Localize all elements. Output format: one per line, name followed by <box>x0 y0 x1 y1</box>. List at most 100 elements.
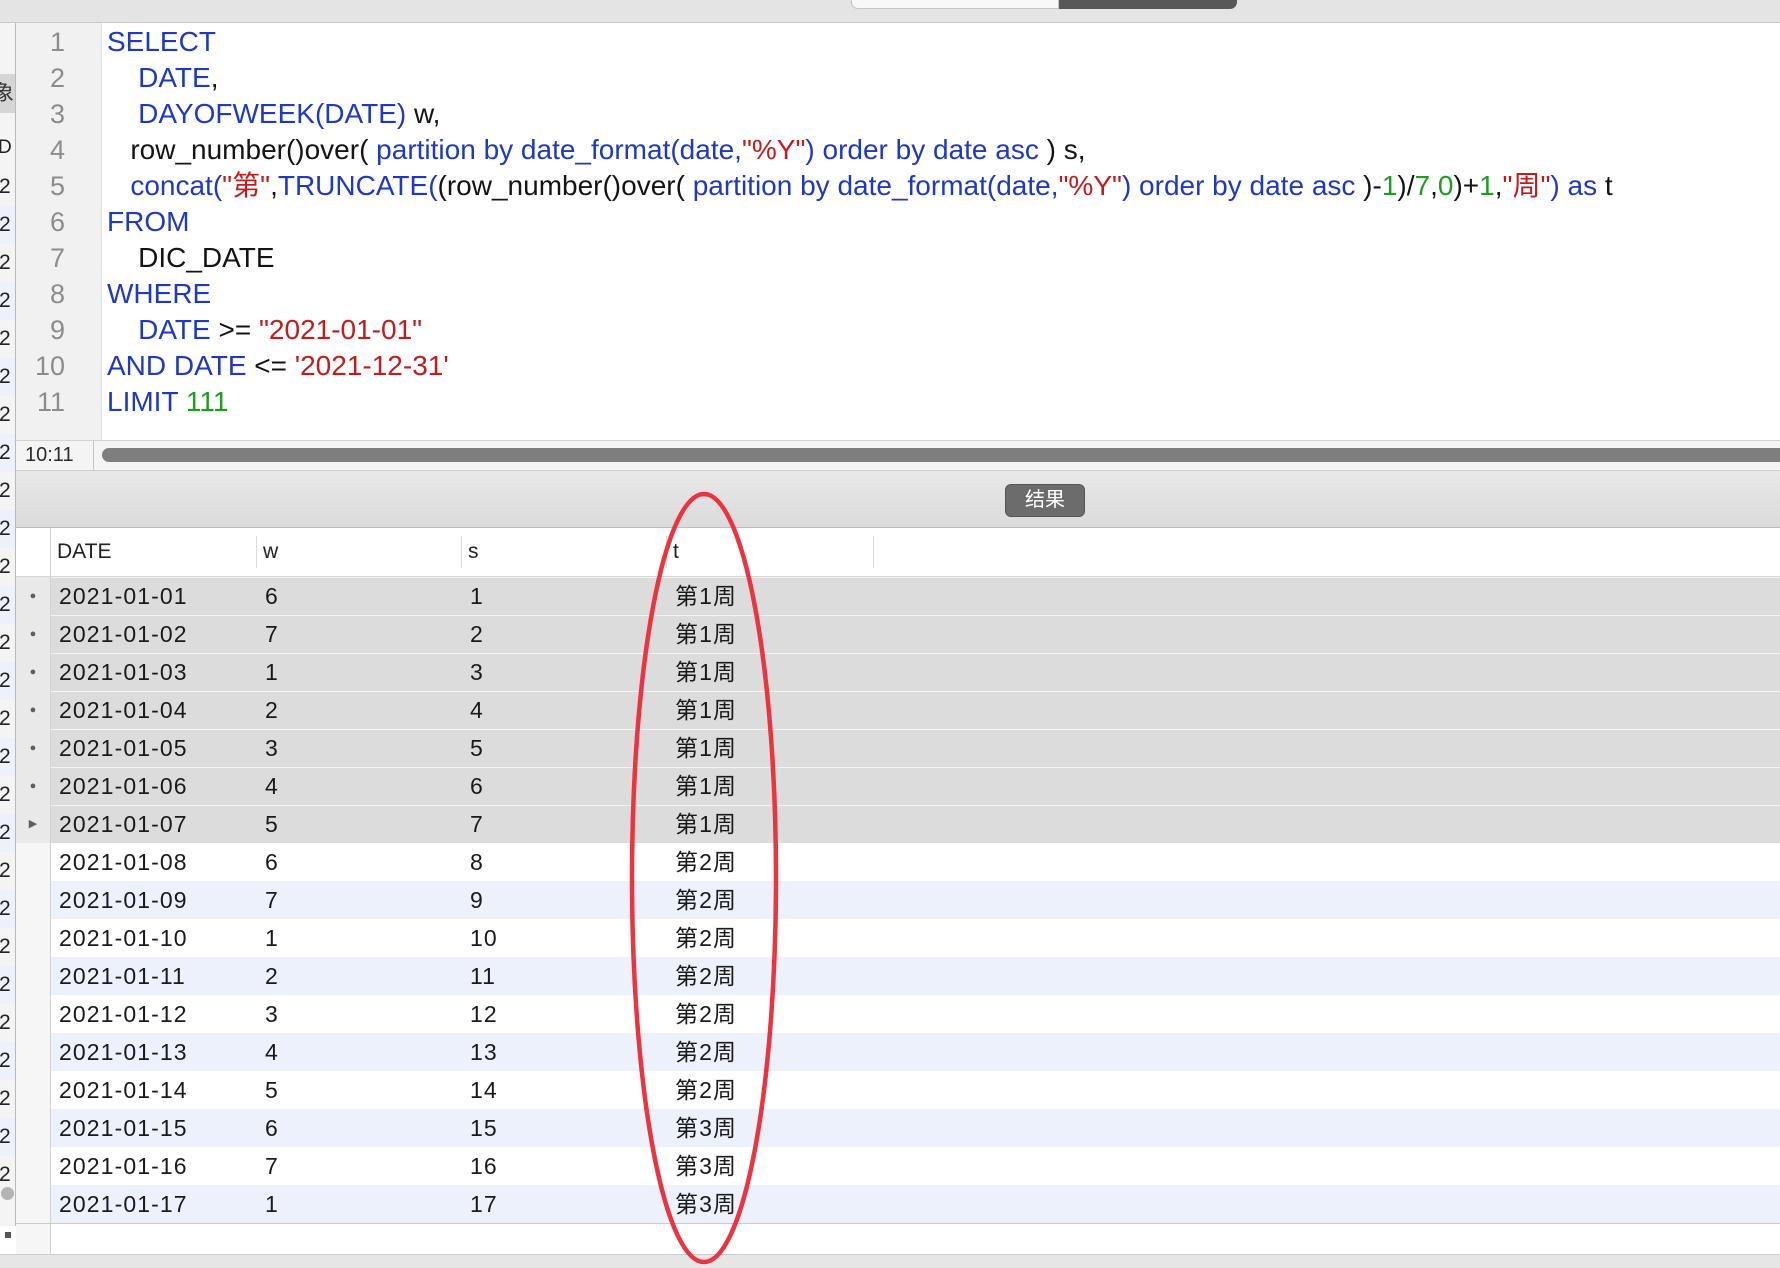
sidebar-list-item[interactable]: 2 <box>0 206 15 244</box>
sidebar-list-item[interactable]: 2 <box>0 396 15 434</box>
sql-keyword-token: concat( <box>107 170 223 201</box>
table-row[interactable]: 2021-01-12 3 12 第2周 <box>16 995 1780 1033</box>
sidebar-list-item[interactable]: 2 <box>0 700 15 738</box>
table-row[interactable]: ● 2021-01-02 7 2 第1周 <box>16 615 1780 653</box>
cell-filler <box>874 843 1780 881</box>
cell-s: 15 <box>470 1115 498 1141</box>
sql-string-token: "%Y" <box>741 134 806 165</box>
sidebar-list-item[interactable]: 2 <box>0 168 15 206</box>
bottom-left-square-icon <box>5 1232 11 1238</box>
table-row[interactable]: 2021-01-14 5 14 第2周 <box>16 1071 1780 1109</box>
sidebar-list-item[interactable]: 2 <box>0 472 15 510</box>
table-row[interactable]: ● 2021-01-05 3 5 第1周 <box>16 729 1780 767</box>
sql-editor[interactable]: 1 SELECT 2 DATE, 3 DAYOFWEEK(DATE) w, 4 row_… <box>16 23 1780 440</box>
sidebar-list-item[interactable]: 2 <box>0 624 15 662</box>
cell-date: 2021-01-17 <box>59 1191 188 1217</box>
sidebar-list-item[interactable]: 2 <box>0 890 15 928</box>
code-line: 8 WHERE <box>16 276 1780 312</box>
table-row[interactable]: 2021-01-11 2 11 第2周 <box>16 957 1780 995</box>
table-row[interactable]: 2021-01-09 7 9 第2周 <box>16 881 1780 919</box>
results-grid: DATE w s t ● 2021-01-01 6 1 第1周 ● 2021-01-02 7 2… <box>16 528 1780 1223</box>
line-number: 4 <box>49 135 65 165</box>
column-header-date[interactable]: DATE <box>51 528 257 576</box>
cell-t: 第2周 <box>675 1077 738 1103</box>
code-line: 10 AND DATE <= '2021-12-31' <box>16 348 1780 384</box>
sidebar-list-item[interactable]: 2 <box>0 928 15 966</box>
sidebar-list-item[interactable]: 2 <box>0 244 15 282</box>
table-row[interactable]: 2021-01-15 6 15 第3周 <box>16 1109 1780 1147</box>
sql-number-token: 1 <box>1479 170 1495 201</box>
sidebar-list-item[interactable]: 2 <box>0 852 15 890</box>
sql-text-token: t <box>1597 170 1613 201</box>
sql-text-token: >= <box>210 314 259 345</box>
sql-keyword-token: SELECT <box>107 26 216 57</box>
sidebar-column-header[interactable]: D <box>0 136 15 160</box>
sql-keyword-token: ) order by date asc <box>1121 170 1356 201</box>
sidebar-list-item[interactable]: 2 <box>0 1080 15 1118</box>
sidebar-list-item[interactable]: 2 <box>0 1118 15 1156</box>
sidebar-scroll-thumb[interactable] <box>1 1187 14 1200</box>
table-row[interactable]: 2021-01-16 7 16 第3周 <box>16 1147 1780 1185</box>
sidebar-list-item[interactable]: 2 <box>0 814 15 852</box>
sidebar-list-item[interactable]: 2 <box>0 776 15 814</box>
sidebar-list-item[interactable]: 2 <box>0 282 15 320</box>
table-row[interactable]: ● 2021-01-03 1 3 第1周 <box>16 653 1780 691</box>
column-header-t[interactable]: t <box>667 528 874 576</box>
sidebar-list-item[interactable]: 2 <box>0 662 15 700</box>
sql-number-token: 111 <box>185 386 229 417</box>
sidebar-list-item[interactable]: 2 <box>0 548 15 586</box>
line-number: 10 <box>34 351 65 381</box>
cell-date: 2021-01-10 <box>59 925 188 951</box>
cell-t: 第1周 <box>675 735 738 761</box>
table-row[interactable]: ● 2021-01-04 2 4 第1周 <box>16 691 1780 729</box>
top-segment-right[interactable] <box>1059 0 1237 9</box>
sidebar-list-item[interactable]: 2 <box>0 586 15 624</box>
cell-t: 第1周 <box>675 621 738 647</box>
cell-t: 第3周 <box>675 1115 738 1141</box>
table-row[interactable]: 2021-01-10 1 10 第2周 <box>16 919 1780 957</box>
cell-s: 1 <box>470 583 484 609</box>
sidebar-list-item[interactable]: 2 <box>0 1004 15 1042</box>
table-row[interactable]: ● 2021-01-01 6 1 第1周 <box>16 577 1780 615</box>
cell-s: 11 <box>470 963 497 989</box>
row-marker-cell <box>16 957 51 995</box>
results-tab-button[interactable]: 结果 <box>1005 484 1085 517</box>
sidebar-header[interactable]: 象 <box>0 74 15 113</box>
table-row[interactable]: ● 2021-01-06 4 6 第1周 <box>16 767 1780 805</box>
column-header-w[interactable]: w <box>257 528 462 576</box>
table-row[interactable]: 2021-01-13 4 13 第2周 <box>16 1033 1780 1071</box>
cell-filler <box>874 615 1780 653</box>
cell-t: 第2周 <box>675 925 738 951</box>
horizontal-scrollbar[interactable] <box>102 448 1780 462</box>
sql-text-token: )+ <box>1453 170 1480 201</box>
sql-string-token: "第" <box>222 170 271 201</box>
cell-filler <box>874 995 1780 1033</box>
cell-s: 2 <box>470 621 484 647</box>
cell-filler <box>874 1185 1780 1223</box>
top-segment-left[interactable] <box>851 0 1059 9</box>
cell-w: 1 <box>265 925 279 951</box>
cell-w: 1 <box>265 659 279 685</box>
sidebar-list-item[interactable]: 2 <box>0 320 15 358</box>
sql-text-token: )- <box>1355 170 1382 201</box>
code-text: LIMIT 111 <box>102 384 228 420</box>
left-sidebar-panel: 象 D 222222222222222222222222222 <box>0 23 16 1226</box>
cell-date: 2021-01-12 <box>59 1001 188 1027</box>
row-dot-icon: ● <box>16 691 51 729</box>
code-text: DATE, <box>102 60 218 96</box>
table-row[interactable]: 2021-01-17 1 17 第3周 <box>16 1185 1780 1223</box>
code-text: concat("第",TRUNCATE((row_number()over( p… <box>102 168 1613 204</box>
table-row[interactable]: 2021-01-08 6 8 第2周 <box>16 843 1780 881</box>
sidebar-list-item[interactable]: 2 <box>0 358 15 396</box>
table-row[interactable]: ▶ 2021-01-07 5 7 第1周 <box>16 805 1780 843</box>
column-header-s[interactable]: s <box>462 528 667 576</box>
sidebar-list-item[interactable]: 2 <box>0 510 15 548</box>
results-header-row: DATE w s t <box>16 528 1780 577</box>
sidebar-list-item[interactable]: 2 <box>0 434 15 472</box>
cell-date: 2021-01-14 <box>59 1077 188 1103</box>
sidebar-list-item[interactable]: 2 <box>0 738 15 776</box>
sidebar-list-item[interactable]: 2 <box>0 966 15 1004</box>
cell-w: 7 <box>265 887 279 913</box>
row-marker-cell <box>16 1109 51 1147</box>
sidebar-list-item[interactable]: 2 <box>0 1042 15 1080</box>
